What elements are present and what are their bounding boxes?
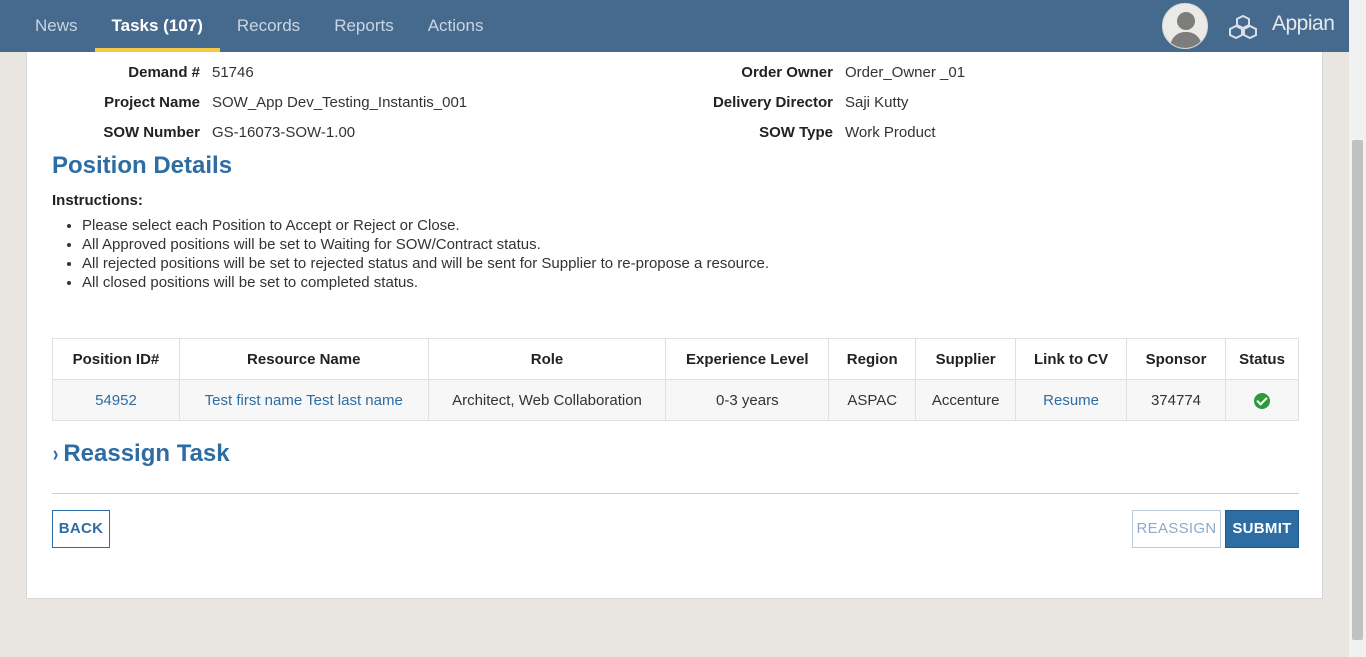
header-role[interactable]: Role [427, 338, 667, 380]
position-id-link[interactable]: 54952 [95, 392, 137, 409]
demand-label: Demand # [128, 64, 200, 81]
cubes-icon [1229, 14, 1257, 40]
resource-name-link[interactable]: Test first name Test last name [205, 392, 403, 409]
nav-reports[interactable]: Reports [317, 0, 411, 52]
scrollbar-thumb[interactable] [1352, 140, 1363, 640]
nav-tasks[interactable]: Tasks (107) [94, 0, 221, 52]
back-button[interactable]: BACK [52, 510, 110, 548]
sow-type-value: Work Product [845, 124, 936, 141]
supplier-cell: Accenture [915, 379, 1017, 421]
order-owner-label: Order Owner [741, 64, 833, 81]
instructions-list: Please select each Position to Accept or… [82, 216, 769, 292]
role-cell: Architect, Web Collaboration [427, 379, 667, 421]
delivery-director-value: Saji Kutty [845, 94, 909, 111]
table-row[interactable]: 54952 Test first name Test last name Arc… [52, 379, 1300, 421]
position-details-heading: Position Details [52, 152, 233, 179]
sow-number-label: SOW Number [103, 124, 200, 141]
user-avatar[interactable] [1162, 3, 1208, 49]
project-name-label: Project Name [104, 94, 200, 111]
header-position-id[interactable]: Position ID# [52, 338, 180, 380]
main-nav: News Tasks (107) Records Reports Actions [18, 0, 500, 52]
header-supplier[interactable]: Supplier [915, 338, 1017, 380]
nav-records[interactable]: Records [220, 0, 317, 52]
reassign-button[interactable]: REASSIGN [1132, 510, 1221, 548]
instruction-item: All closed positions will be set to comp… [82, 273, 769, 292]
reassign-task-heading: Reassign Task [63, 440, 230, 467]
region-cell: ASPAC [828, 379, 917, 421]
status-cell [1224, 379, 1300, 421]
task-form-card: Demand # 51746 Project Name SOW_App Dev_… [26, 52, 1323, 599]
nav-news[interactable]: News [18, 0, 95, 52]
divider [52, 493, 1299, 494]
sow-number-value: GS-16073-SOW-1.00 [212, 124, 356, 141]
delivery-director-label: Delivery Director [712, 94, 833, 111]
sow-type-label: SOW Type [759, 124, 833, 141]
demand-value: 51746 [212, 64, 254, 81]
instruction-item: All rejected positions will be set to re… [82, 254, 769, 273]
resume-link[interactable]: Resume [1043, 392, 1099, 409]
sponsor-cell: 374774 [1126, 379, 1226, 421]
page-scrollbar[interactable] [1349, 0, 1366, 657]
top-nav-bar: News Tasks (107) Records Reports Actions… [0, 0, 1349, 52]
order-owner-value: Order_Owner _01 [845, 64, 966, 81]
header-resource-name[interactable]: Resource Name [178, 338, 429, 380]
header-sponsor[interactable]: Sponsor [1126, 338, 1226, 380]
reassign-task-toggle[interactable]: › Reassign Task [52, 440, 230, 468]
project-name-value: SOW_App Dev_Testing_Instantis_001 [212, 94, 468, 111]
header-region[interactable]: Region [828, 338, 917, 380]
header-experience-level[interactable]: Experience Level [665, 338, 830, 380]
check-circle-icon [1253, 392, 1270, 409]
header-link-to-cv[interactable]: Link to CV [1015, 338, 1128, 380]
user-silhouette-icon [1169, 12, 1203, 48]
positions-table: Position ID# Resource Name Role Experien… [52, 338, 1300, 421]
instructions-label: Instructions: [52, 192, 143, 209]
table-header-row: Position ID# Resource Name Role Experien… [52, 338, 1300, 380]
submit-button[interactable]: SUBMIT [1225, 510, 1299, 548]
experience-cell: 0-3 years [665, 379, 830, 421]
instruction-item: Please select each Position to Accept or… [82, 216, 769, 235]
appian-logo: Appian [1272, 12, 1335, 35]
instruction-item: All Approved positions will be set to Wa… [82, 235, 769, 254]
nav-actions[interactable]: Actions [411, 0, 501, 52]
header-status[interactable]: Status [1224, 338, 1300, 380]
chevron-right-icon: › [52, 441, 59, 466]
